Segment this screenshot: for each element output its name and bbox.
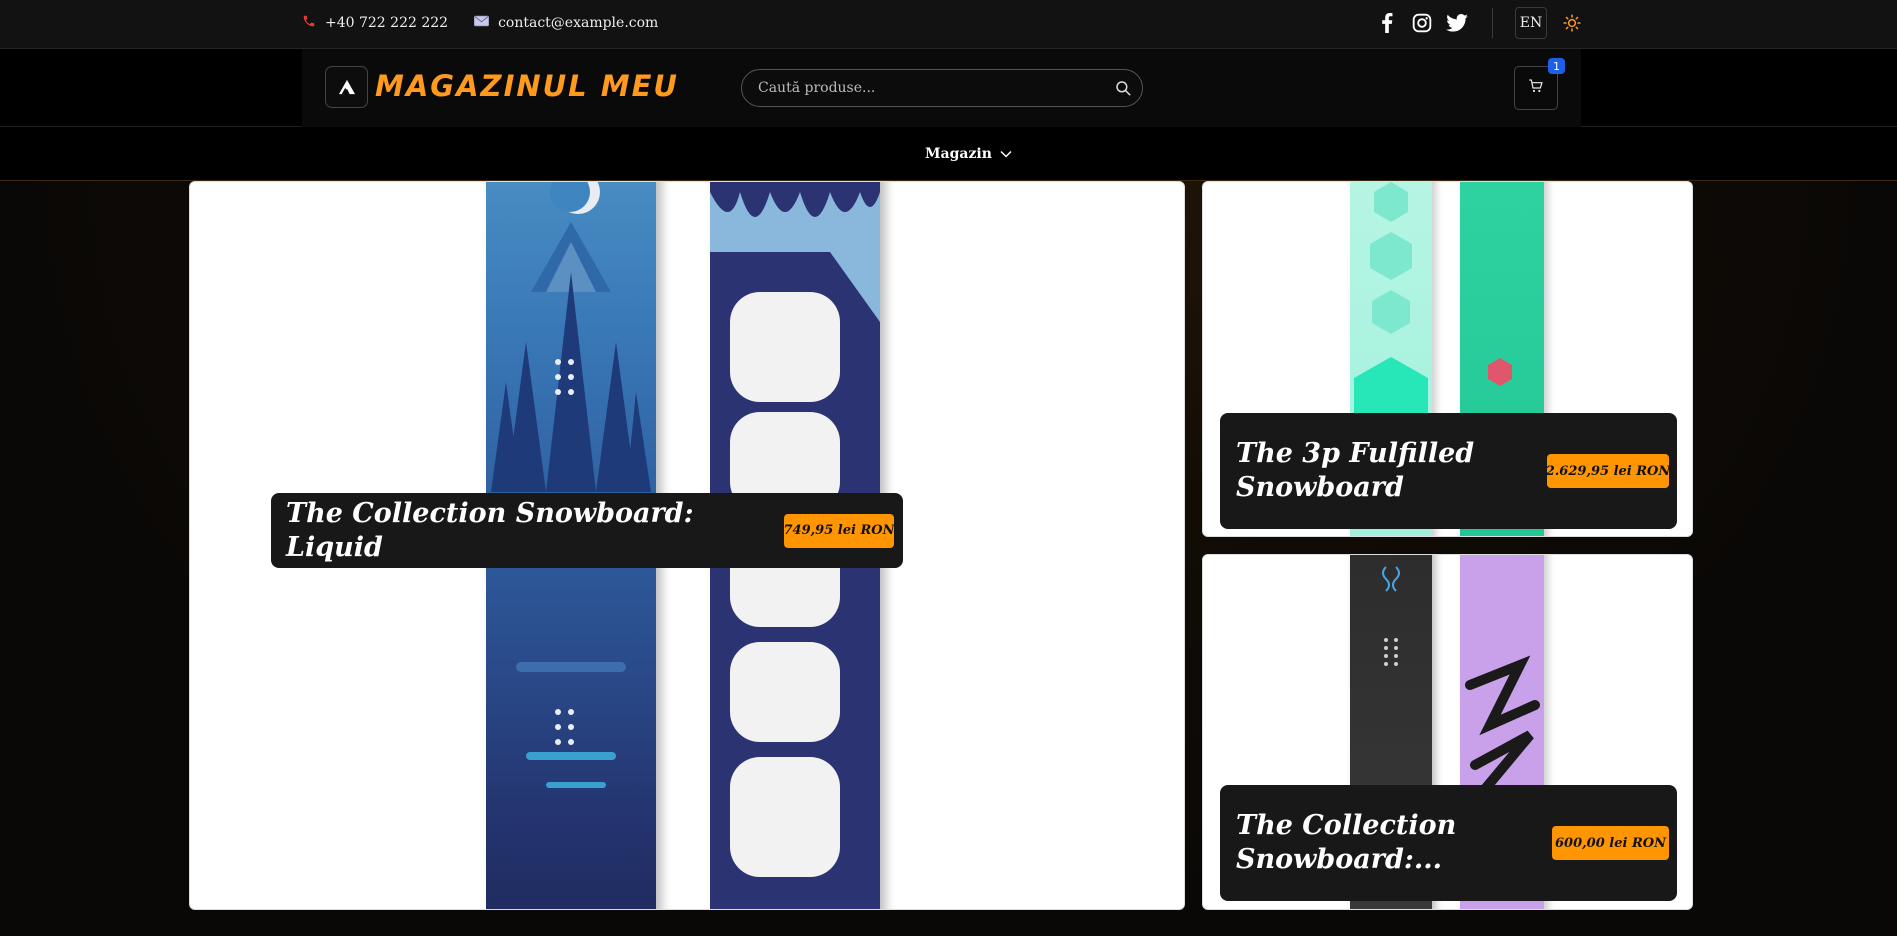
logo-icon[interactable] [325,66,368,108]
mail-icon [474,15,490,31]
product-price: 2.629,95 lei RON [1546,454,1670,488]
sun-icon[interactable] [1560,11,1584,35]
instagram-icon[interactable] [1410,11,1434,35]
store-name[interactable]: MAGAZINUL MEU [375,69,679,103]
email-address: contact@example.com [498,14,659,31]
product-card-3p-fulfilled[interactable]: The 3p Fulfilled Snowboard 2.629,95 lei … [1202,181,1693,537]
cart-icon [1528,78,1544,98]
header: MAGAZINUL MEU 1 [0,49,1897,127]
search-bar [741,69,1143,107]
product-title[interactable]: The Collection Snowboard: Liquid [286,497,784,565]
product-card-liquid[interactable]: The Collection Snowboard: Liquid 749,95 … [189,181,1185,910]
nav-item-label: Magazin [925,145,992,162]
cart-count-badge: 1 [1548,58,1565,74]
chevron-down-icon [1000,146,1012,162]
divider [1492,7,1493,38]
product-title[interactable]: The 3p Fulfilled Snowboard [1236,437,1506,505]
product-title[interactable]: The Collection Snowboard:... [1236,809,1506,877]
language-switcher[interactable]: EN [1515,6,1547,39]
product-price: 749,95 lei RON [784,513,894,548]
facebook-icon[interactable] [1375,11,1399,35]
phone-icon [302,14,316,32]
product-card-collection[interactable]: The Collection Snowboard:... 600,00 lei … [1202,554,1693,910]
phone-link[interactable]: +40 722 222 222 [302,14,448,32]
top-bar: +40 722 222 222 contact@example.com EN [0,0,1897,49]
product-info-overlay: The 3p Fulfilled Snowboard 2.629,95 lei … [1220,413,1677,529]
contact-info: +40 722 222 222 contact@example.com [302,0,658,45]
twitter-icon[interactable] [1445,11,1469,35]
search-input[interactable] [758,70,1098,106]
main-nav: Magazin [0,127,1897,181]
product-info-overlay: The Collection Snowboard:... 600,00 lei … [1220,785,1677,901]
search-icon[interactable] [1114,79,1132,97]
product-price: 600,00 lei RON [1552,826,1669,860]
product-info-overlay: The Collection Snowboard: Liquid 749,95 … [271,493,903,568]
topbar-actions: EN [1375,0,1595,45]
phone-number: +40 722 222 222 [325,14,449,31]
nav-item-magazin[interactable]: Magazin [925,146,1012,162]
header-container: MAGAZINUL MEU 1 [302,49,1581,127]
email-link[interactable]: contact@example.com [474,15,658,31]
